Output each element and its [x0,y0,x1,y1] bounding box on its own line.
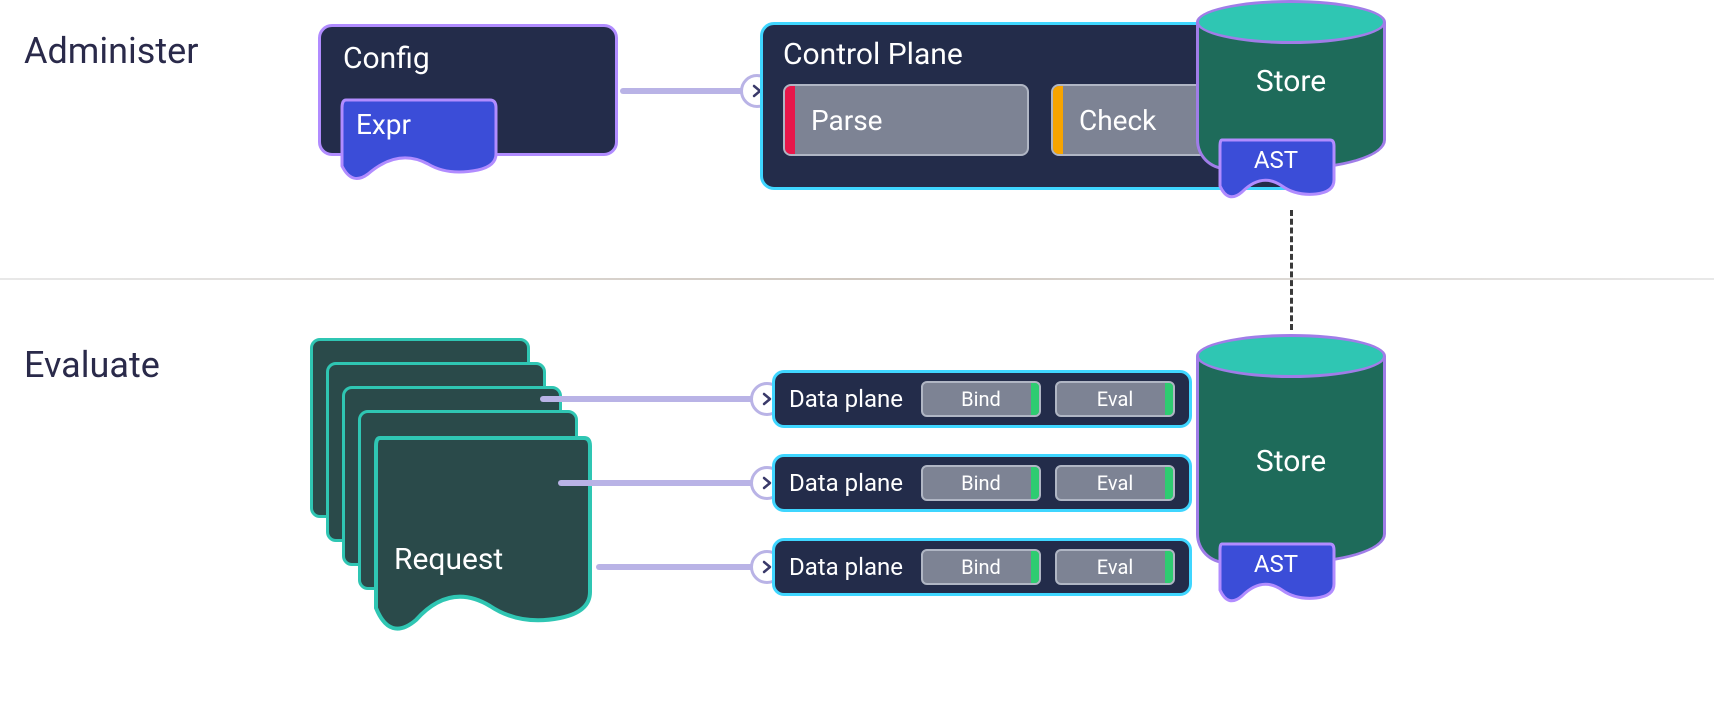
bind-box: Bind [921,381,1041,417]
ast-flag-top: AST [1216,136,1336,202]
bind-stripe [1031,383,1039,415]
bind-box: Bind [921,549,1041,585]
section-divider [0,278,1714,280]
eval-box: Eval [1055,465,1175,501]
bind-label: Bind [961,387,1001,411]
connector-store-to-store [1290,210,1293,330]
request-card-front: Request [370,432,594,630]
ast-top-label: AST [1216,146,1336,174]
eval-box: Eval [1055,381,1175,417]
ast-flag-bottom: AST [1216,540,1336,606]
bind-label: Bind [961,471,1001,495]
request-label: Request [394,542,503,577]
connector-request-to-dp-2 [558,480,756,486]
eval-box: Eval [1055,549,1175,585]
expr-flag: Expr [338,96,498,182]
data-plane-row-3: Data plane Bind Eval [772,538,1192,596]
store-bottom-label: Store [1196,444,1386,479]
data-plane-row-1: Data plane Bind Eval [772,370,1192,428]
data-plane-label: Data plane [789,553,903,581]
store-cylinder-bottom: Store [1196,334,1386,564]
connector-config-to-control [620,88,746,94]
connector-request-to-dp-1 [540,396,756,402]
eval-stripe [1165,551,1173,583]
eval-label: Eval [1097,555,1133,579]
parse-label: Parse [811,104,883,137]
eval-stripe [1165,467,1173,499]
check-stripe [1053,86,1063,154]
eval-label: Eval [1097,471,1133,495]
check-label: Check [1079,104,1156,137]
store-top-label: Store [1196,64,1386,99]
bind-box: Bind [921,465,1041,501]
eval-stripe [1165,383,1173,415]
expr-label: Expr [356,108,411,141]
ast-bottom-label: AST [1216,550,1336,578]
section-label-evaluate: Evaluate [24,344,160,386]
connector-request-to-dp-3 [596,564,756,570]
data-plane-row-2: Data plane Bind Eval [772,454,1192,512]
request-stack: Request [310,338,570,638]
data-plane-label: Data plane [789,469,903,497]
bind-label: Bind [961,555,1001,579]
eval-label: Eval [1097,387,1133,411]
data-plane-label: Data plane [789,385,903,413]
config-title: Config [343,41,430,76]
parse-stripe [785,86,795,154]
bind-stripe [1031,467,1039,499]
parse-box: Parse [783,84,1029,156]
bind-stripe [1031,551,1039,583]
section-label-administer: Administer [24,30,198,72]
